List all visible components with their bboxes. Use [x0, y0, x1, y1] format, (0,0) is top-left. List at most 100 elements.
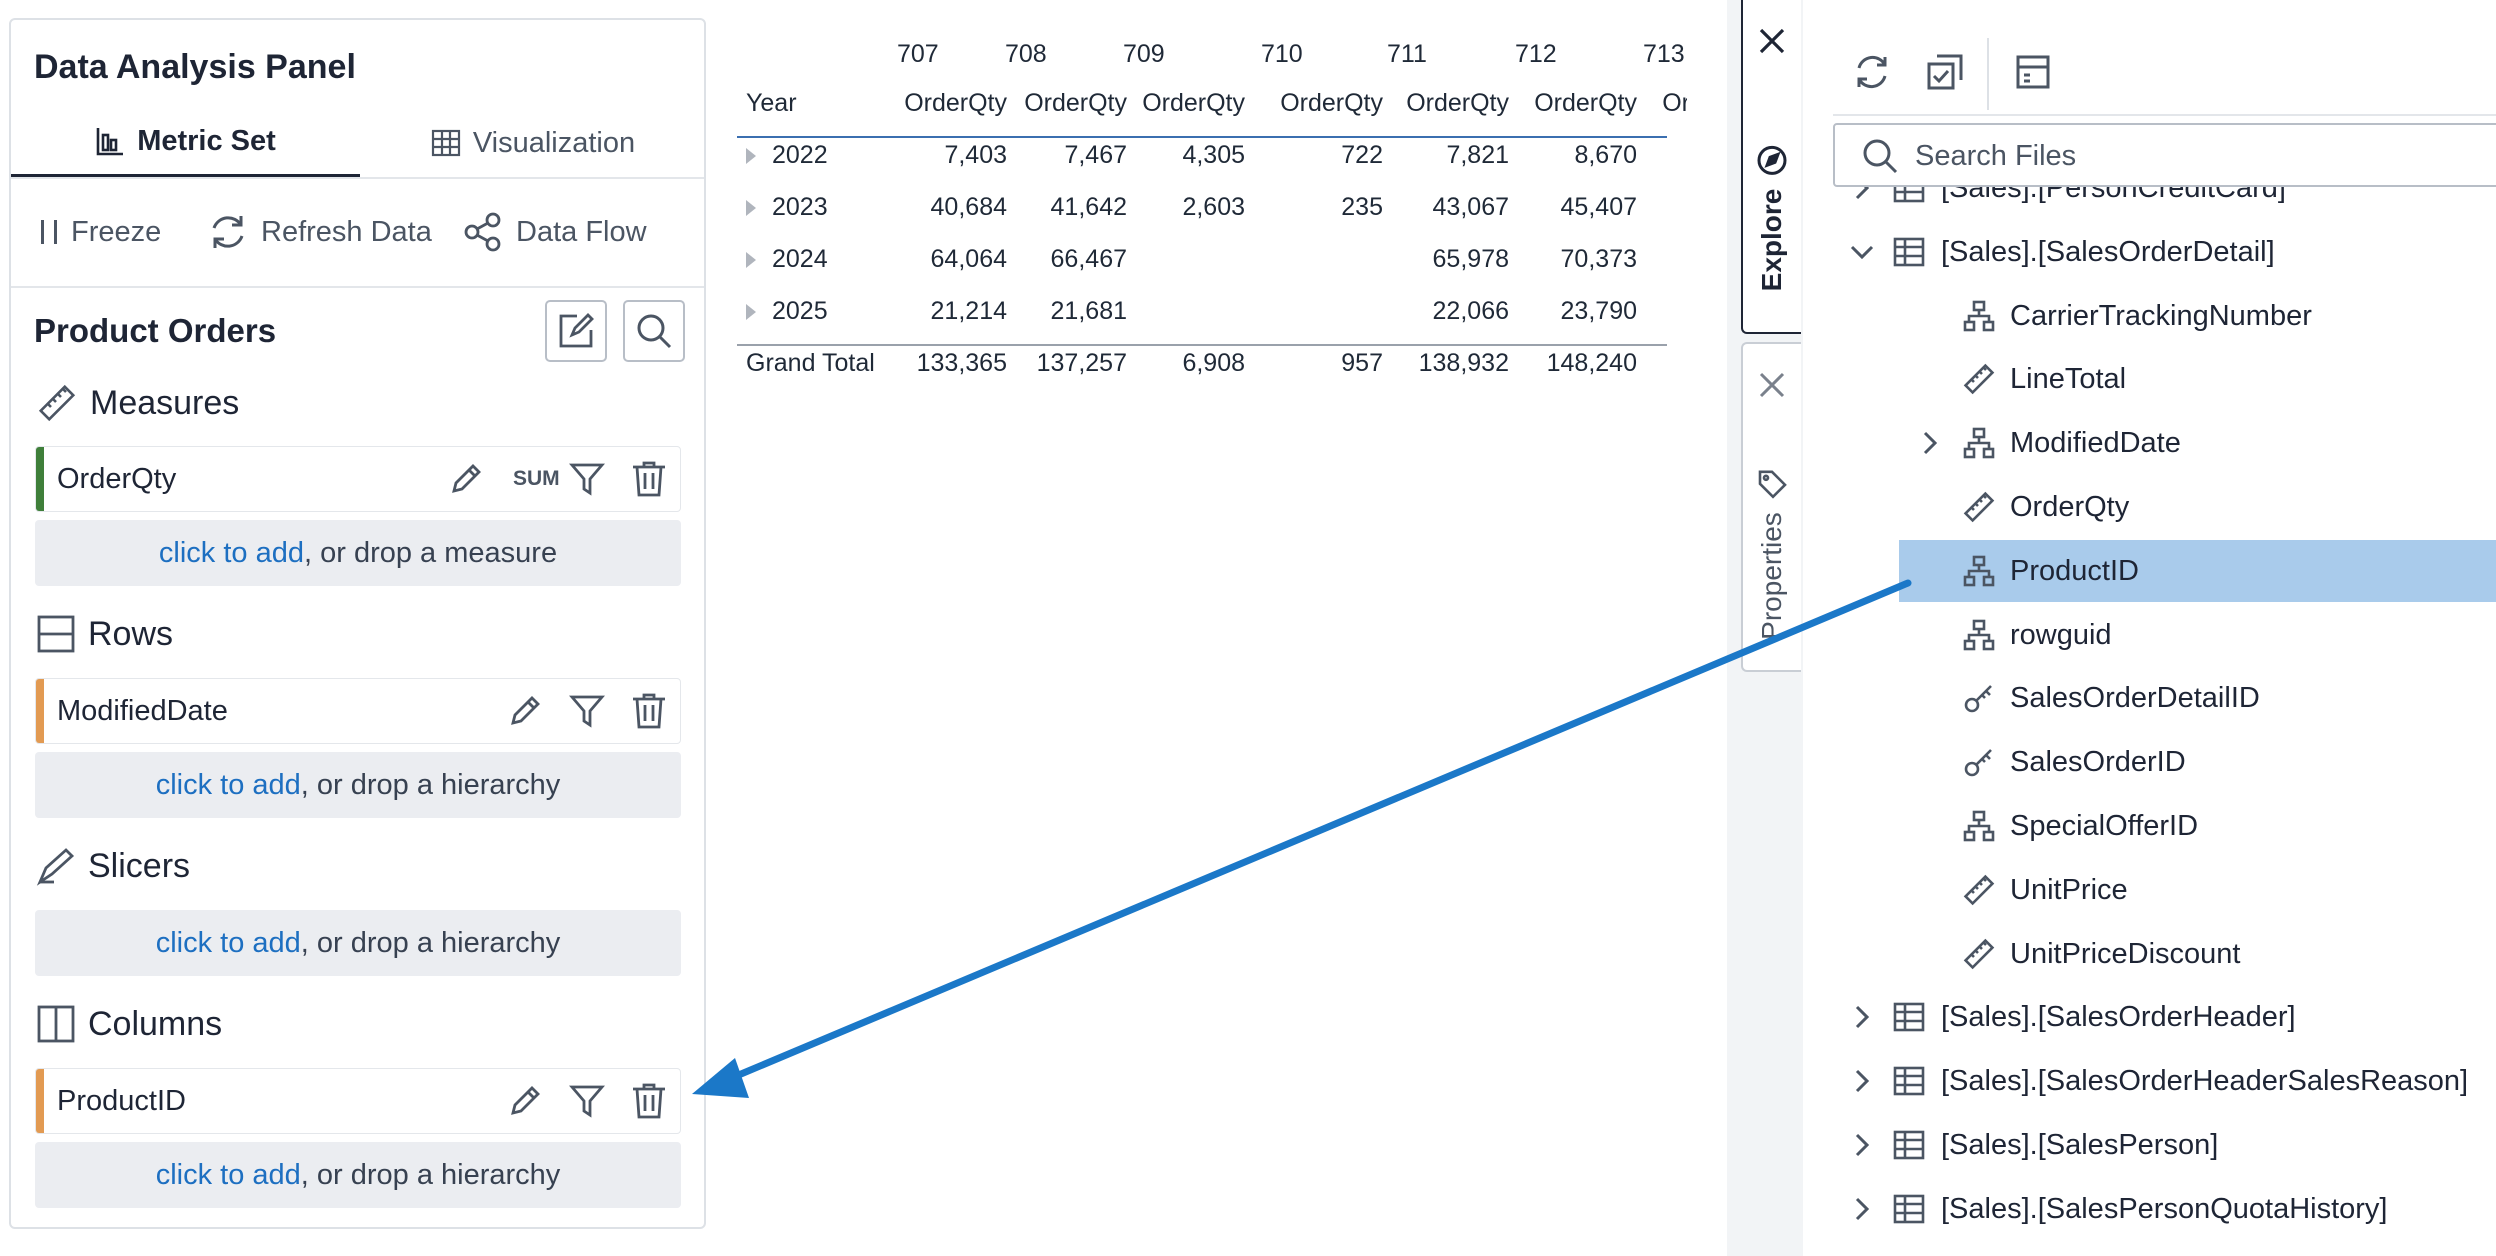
chevron-right-icon[interactable] — [1845, 1128, 1879, 1162]
edit-metric-set-button[interactable] — [545, 300, 607, 362]
tree-item[interactable]: UnitPrice — [1899, 859, 2496, 921]
table-icon — [1891, 1063, 1927, 1099]
tree-item[interactable]: [Sales].[SalesOrderHeaderSalesReason] — [1803, 1050, 2496, 1112]
tree-item[interactable]: rowguid — [1899, 604, 2496, 666]
hierarchy-icon — [1961, 425, 1997, 461]
table-icon — [1891, 187, 1927, 206]
table-cell: 7,403 — [944, 141, 1007, 169]
chevron-right-icon[interactable] — [1845, 1064, 1879, 1098]
tab-properties[interactable]: Properties — [1741, 342, 1801, 672]
total-rule — [737, 344, 1667, 346]
panel-title: Data Analysis Panel — [34, 48, 356, 86]
slicers-drop-zone[interactable]: click to add, or drop a hierarchy — [35, 910, 681, 976]
tree-item[interactable]: SalesOrderID — [1899, 731, 2496, 793]
expand-icon[interactable] — [746, 304, 756, 321]
select-all-button[interactable] — [1921, 48, 1969, 96]
column-field[interactable]: ProductID — [35, 1068, 681, 1134]
data-flow-button[interactable]: Data Flow — [462, 208, 647, 256]
row-label[interactable]: 2025 — [746, 297, 828, 326]
chevron-right-icon[interactable] — [1845, 1192, 1879, 1226]
table-cell: 7,467 — [1064, 141, 1127, 169]
refresh-tree-button[interactable] — [1848, 48, 1896, 96]
search-files-input[interactable] — [1913, 133, 2477, 179]
aggregate-button[interactable]: SUM — [513, 447, 560, 511]
pencil-icon — [511, 696, 540, 725]
chevron-right-icon[interactable] — [1845, 187, 1879, 205]
list-view-icon — [2016, 55, 2050, 89]
freeze-button[interactable]: Freeze — [39, 208, 161, 256]
grand-total-cell: 957 — [1341, 349, 1383, 377]
tree-item[interactable]: ProductID — [1899, 539, 2496, 602]
measures-label: Measures — [90, 383, 240, 422]
filter-row-button[interactable] — [564, 688, 610, 734]
tab-visualization[interactable]: Visualization — [360, 108, 706, 178]
close-icon — [1759, 28, 1785, 54]
table-cell: 66,467 — [1050, 245, 1127, 273]
refresh-data-button[interactable]: Refresh Data — [207, 208, 432, 256]
tab-metric-set-label: Metric Set — [137, 124, 276, 157]
columns-drop-zone[interactable]: click to add, or drop a hierarchy — [35, 1142, 681, 1208]
table-cell: 40,684 — [930, 193, 1007, 221]
click-to-add-link[interactable]: click to add — [156, 1159, 301, 1192]
measures-drop-zone[interactable]: click to add, or drop a measure — [35, 520, 681, 586]
edit-column-button[interactable] — [502, 1078, 548, 1124]
edit-measure-button[interactable] — [443, 456, 489, 502]
measure-field[interactable]: OrderQty SUM — [35, 446, 681, 512]
row-label[interactable]: 2022 — [746, 141, 828, 170]
tree-item[interactable]: [Sales].[PersonCreditCard] — [1803, 187, 2496, 219]
tree-item[interactable]: [Sales].[SalesPersonQuotaHistory] — [1803, 1178, 2496, 1240]
chevron-right-icon[interactable] — [1845, 1000, 1879, 1034]
tree-item[interactable]: SalesOrderDetailID — [1899, 667, 2496, 729]
search-metric-set-button[interactable] — [623, 300, 685, 362]
ruler-icon — [1961, 489, 1997, 525]
search-files[interactable] — [1833, 123, 2496, 187]
chevron-down-icon[interactable] — [1845, 235, 1879, 269]
table-icon — [1891, 1127, 1927, 1163]
tree-item[interactable]: UnitPriceDiscount — [1899, 923, 2496, 985]
click-to-add-link[interactable]: click to add — [156, 927, 301, 960]
delete-row-button[interactable] — [626, 688, 672, 734]
tree-item[interactable]: ModifiedDate — [1899, 412, 2496, 474]
pause-icon — [39, 217, 59, 247]
grand-total-cell: 6,908 — [1182, 349, 1245, 377]
tree-item[interactable]: LineTotal — [1899, 348, 2496, 410]
hierarchy-icon — [1961, 617, 1997, 653]
tab-explore[interactable]: Explore — [1741, 0, 1801, 334]
delete-column-button[interactable] — [626, 1078, 672, 1124]
tab-metric-set[interactable]: Metric Set — [11, 108, 360, 178]
filter-icon — [569, 695, 605, 728]
filter-column-button[interactable] — [564, 1078, 610, 1124]
edit-row-button[interactable] — [502, 688, 548, 734]
filter-measure-button[interactable] — [564, 456, 610, 502]
row-label[interactable]: 2023 — [746, 193, 828, 222]
row-label[interactable]: 2024 — [746, 245, 828, 274]
tab-visualization-label: Visualization — [472, 126, 636, 159]
close-explore-button[interactable] — [1743, 26, 1801, 56]
table-cell: 722 — [1341, 141, 1383, 169]
expand-icon[interactable] — [746, 200, 756, 217]
click-to-add-link[interactable]: click to add — [159, 537, 304, 570]
field-accent — [36, 1069, 44, 1133]
row-field[interactable]: ModifiedDate — [35, 678, 681, 744]
tree-item-label: UnitPrice — [2010, 873, 2128, 906]
tree-item[interactable]: [Sales].[SalesPerson] — [1803, 1114, 2496, 1176]
tree-item[interactable]: [Sales].[SalesOrderDetail] — [1803, 221, 2496, 283]
table-cell: 45,407 — [1560, 193, 1637, 221]
field-accent — [36, 679, 44, 743]
chevron-right-icon[interactable] — [1913, 426, 1947, 460]
tree-item[interactable]: CarrierTrackingNumber — [1899, 285, 2496, 347]
close-icon — [1759, 372, 1785, 398]
rows-drop-zone[interactable]: click to add, or drop a hierarchy — [35, 752, 681, 818]
tree-item[interactable]: OrderQty — [1899, 476, 2496, 538]
expand-icon[interactable] — [746, 252, 756, 269]
close-properties-button[interactable] — [1743, 370, 1801, 400]
click-to-add-link[interactable]: click to add — [156, 769, 301, 802]
tree-item[interactable]: [Sales].[SalesOrderHeader] — [1803, 986, 2496, 1048]
delete-measure-button[interactable] — [626, 456, 672, 502]
expand-icon[interactable] — [746, 148, 756, 165]
view-options-button[interactable] — [2009, 48, 2057, 96]
grid-icon — [431, 128, 461, 158]
table-cell: 7,821 — [1446, 141, 1509, 169]
drop-hint: , or drop a hierarchy — [300, 926, 561, 959]
tree-item[interactable]: SpecialOfferID — [1899, 795, 2496, 857]
